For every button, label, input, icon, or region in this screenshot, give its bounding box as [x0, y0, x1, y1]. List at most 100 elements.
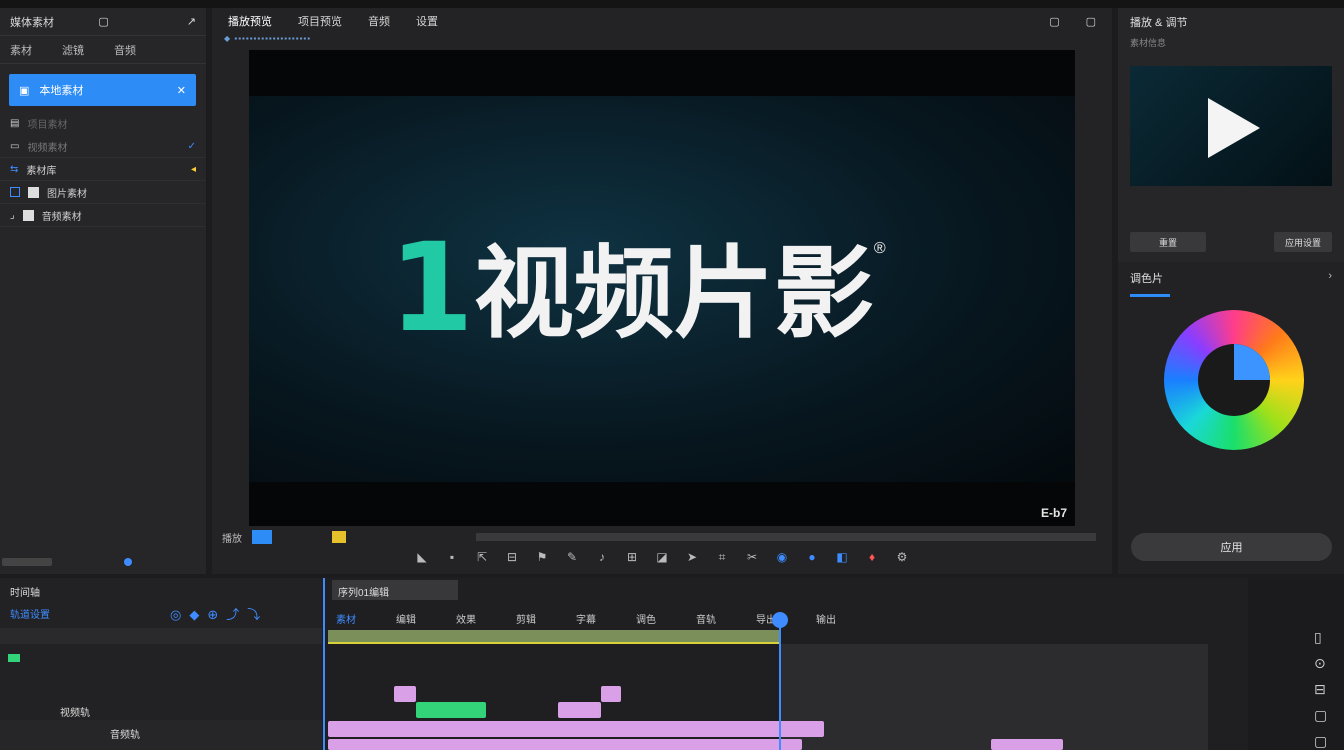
tab-playback[interactable]: 播放预览 — [228, 13, 272, 29]
tab-indicator — [1130, 294, 1170, 297]
select-icon[interactable]: ◣ — [414, 550, 430, 570]
settings-icon[interactable]: ⚙ — [894, 550, 910, 570]
media-panel-header: 媒体素材 ▢ ↗ — [0, 8, 206, 36]
star-icon: ◂ — [190, 163, 196, 175]
shape-icon[interactable]: ◪ — [654, 550, 670, 570]
brand-logo: 1 视频片影 ® — [389, 217, 886, 359]
clip-block[interactable] — [991, 739, 1063, 750]
pen-icon[interactable]: ✎ — [564, 550, 580, 570]
top-bar — [0, 0, 1344, 8]
tab-filters[interactable]: 滤镜 — [62, 42, 84, 58]
collapse-icon[interactable]: ▢ — [98, 15, 108, 28]
work-area-bar[interactable] — [328, 630, 780, 644]
inspector-subtitle: 素材信息 — [1130, 38, 1167, 48]
tab-media[interactable]: 素材 — [10, 42, 32, 58]
clip-block[interactable] — [328, 739, 802, 750]
list-item[interactable]: 图片素材 — [0, 181, 206, 204]
marker-label[interactable]: 调色 — [636, 611, 656, 626]
text-icon[interactable]: ⊞ — [624, 550, 640, 570]
tab-project[interactable]: 项目预览 — [298, 13, 342, 29]
cut-icon[interactable]: ✂ — [744, 550, 760, 570]
link-icon: ⇆ — [10, 163, 19, 175]
preview-controlbar: 播放 — [212, 528, 1112, 546]
pin-icon[interactable]: ♦ — [864, 550, 880, 570]
arrow-icon[interactable]: ⇱ — [474, 550, 490, 570]
track-group-label: 轨道设置 — [10, 610, 50, 621]
list-item[interactable]: ⌟ 音频素材 — [0, 204, 206, 227]
playback-label: 播放 — [222, 533, 242, 545]
active-media-item[interactable]: ▣ 本地素材 ✕ — [9, 74, 196, 106]
list-item-label: 素材库 — [26, 165, 57, 177]
tab-audio-preview[interactable]: 音频 — [368, 13, 390, 29]
color-wheel[interactable] — [1164, 310, 1304, 450]
timeline-ruler-header — [0, 628, 322, 644]
video-canvas[interactable]: 1 视频片影 ® E-b7 — [249, 50, 1075, 526]
trim-icon[interactable]: ▪ — [444, 550, 460, 570]
media-scrollbar[interactable] — [0, 556, 206, 568]
timeline-tool-icons[interactable]: ◎◆⊕⤴⤵ — [170, 604, 268, 623]
media-panel-title: 媒体素材 — [10, 16, 54, 29]
monitor-icon: ▭ — [10, 140, 20, 152]
playhead[interactable] — [779, 614, 781, 750]
sequence-tab[interactable]: 序列01编辑 — [332, 580, 458, 600]
folder-icon: ▤ — [10, 118, 20, 129]
crop-icon[interactable]: ⌗ — [714, 550, 730, 570]
registered-mark: ® — [873, 240, 886, 257]
marker-label[interactable]: 编辑 — [396, 611, 416, 626]
track-label: 音频轨 — [110, 730, 140, 741]
clip-block[interactable] — [394, 686, 416, 702]
track-label: 视频轨 — [60, 708, 90, 719]
audio-icon[interactable]: ● — [804, 550, 820, 570]
timeline-title: 时间轴 — [10, 588, 40, 599]
flag-icon[interactable]: ⚑ — [534, 550, 550, 570]
clip-block[interactable] — [558, 702, 601, 718]
marker-label[interactable]: 输出 — [816, 611, 836, 626]
marker-label[interactable]: 音轨 — [696, 611, 716, 626]
color-section-title: 调色片 — [1130, 273, 1163, 285]
split-icon[interactable]: ⊟ — [504, 550, 520, 570]
play-mode-icon[interactable] — [252, 530, 272, 544]
media-panel: 媒体素材 ▢ ↗ 素材 滤镜 音频 ▣ 本地素材 ✕ ▤ 项目素材 ▭ 视频素材… — [0, 8, 206, 574]
reset-button[interactable]: 重置 — [1130, 232, 1206, 252]
apply-button[interactable]: 应用 — [1131, 533, 1332, 561]
music-icon[interactable]: ♪ — [594, 550, 610, 570]
chevron-right-icon[interactable]: › — [1328, 270, 1332, 282]
clip-block[interactable] — [328, 721, 824, 737]
clip-block[interactable] — [416, 702, 486, 718]
play-icon[interactable] — [1208, 98, 1260, 158]
tab-audio[interactable]: 音频 — [114, 42, 136, 58]
speed-icon[interactable]: ◉ — [774, 550, 790, 570]
list-item[interactable]: ▤ 项目素材 — [0, 112, 206, 135]
pin-icon[interactable]: ↗ — [187, 15, 196, 28]
media-tabs: 素材 滤镜 音频 — [0, 36, 206, 64]
effect-icon[interactable]: ◧ — [834, 550, 850, 570]
preview-tabs: 播放预览 项目预览 音频 设置 ▢ ▢ — [212, 8, 1112, 34]
scrub-bar[interactable] — [476, 533, 1096, 541]
close-icon[interactable]: ✕ — [177, 84, 186, 97]
checkbox[interactable] — [10, 187, 20, 197]
marker-label[interactable]: 效果 — [456, 611, 476, 626]
list-item-label: 项目素材 — [27, 120, 68, 131]
side-tool-icons[interactable]: ▯ ⊙ ⊟ ▢ ▢ — [1314, 624, 1327, 750]
brand-number: 1 — [389, 217, 474, 359]
list-item-label: 图片素材 — [47, 188, 87, 200]
list-item[interactable]: ⇆ 素材库 ◂ — [0, 158, 206, 181]
marker-label[interactable]: 字幕 — [576, 611, 596, 626]
check-icon: ✓ — [187, 140, 196, 152]
marker-label[interactable]: 剪辑 — [516, 611, 536, 626]
thumbnail — [28, 186, 39, 198]
clip-thumbnail[interactable] — [1130, 66, 1332, 186]
playhead-handle[interactable] — [772, 612, 788, 628]
clip-block[interactable] — [601, 686, 621, 702]
tab-settings[interactable]: 设置 — [416, 13, 438, 29]
window-icon[interactable]: ▢ — [1049, 15, 1059, 28]
save-settings-button[interactable]: 应用设置 — [1274, 232, 1332, 252]
send-icon[interactable]: ➤ — [684, 550, 700, 570]
marker-icon[interactable] — [332, 531, 346, 543]
in-point-line[interactable] — [323, 578, 325, 750]
marker-label[interactable]: 素材 — [336, 611, 356, 626]
maximize-icon[interactable]: ▢ — [1086, 15, 1096, 28]
color-wheel-selection — [1234, 344, 1270, 380]
list-item[interactable]: ▭ 视频素材 ✓ — [0, 135, 206, 158]
track-color-marker — [8, 654, 20, 662]
